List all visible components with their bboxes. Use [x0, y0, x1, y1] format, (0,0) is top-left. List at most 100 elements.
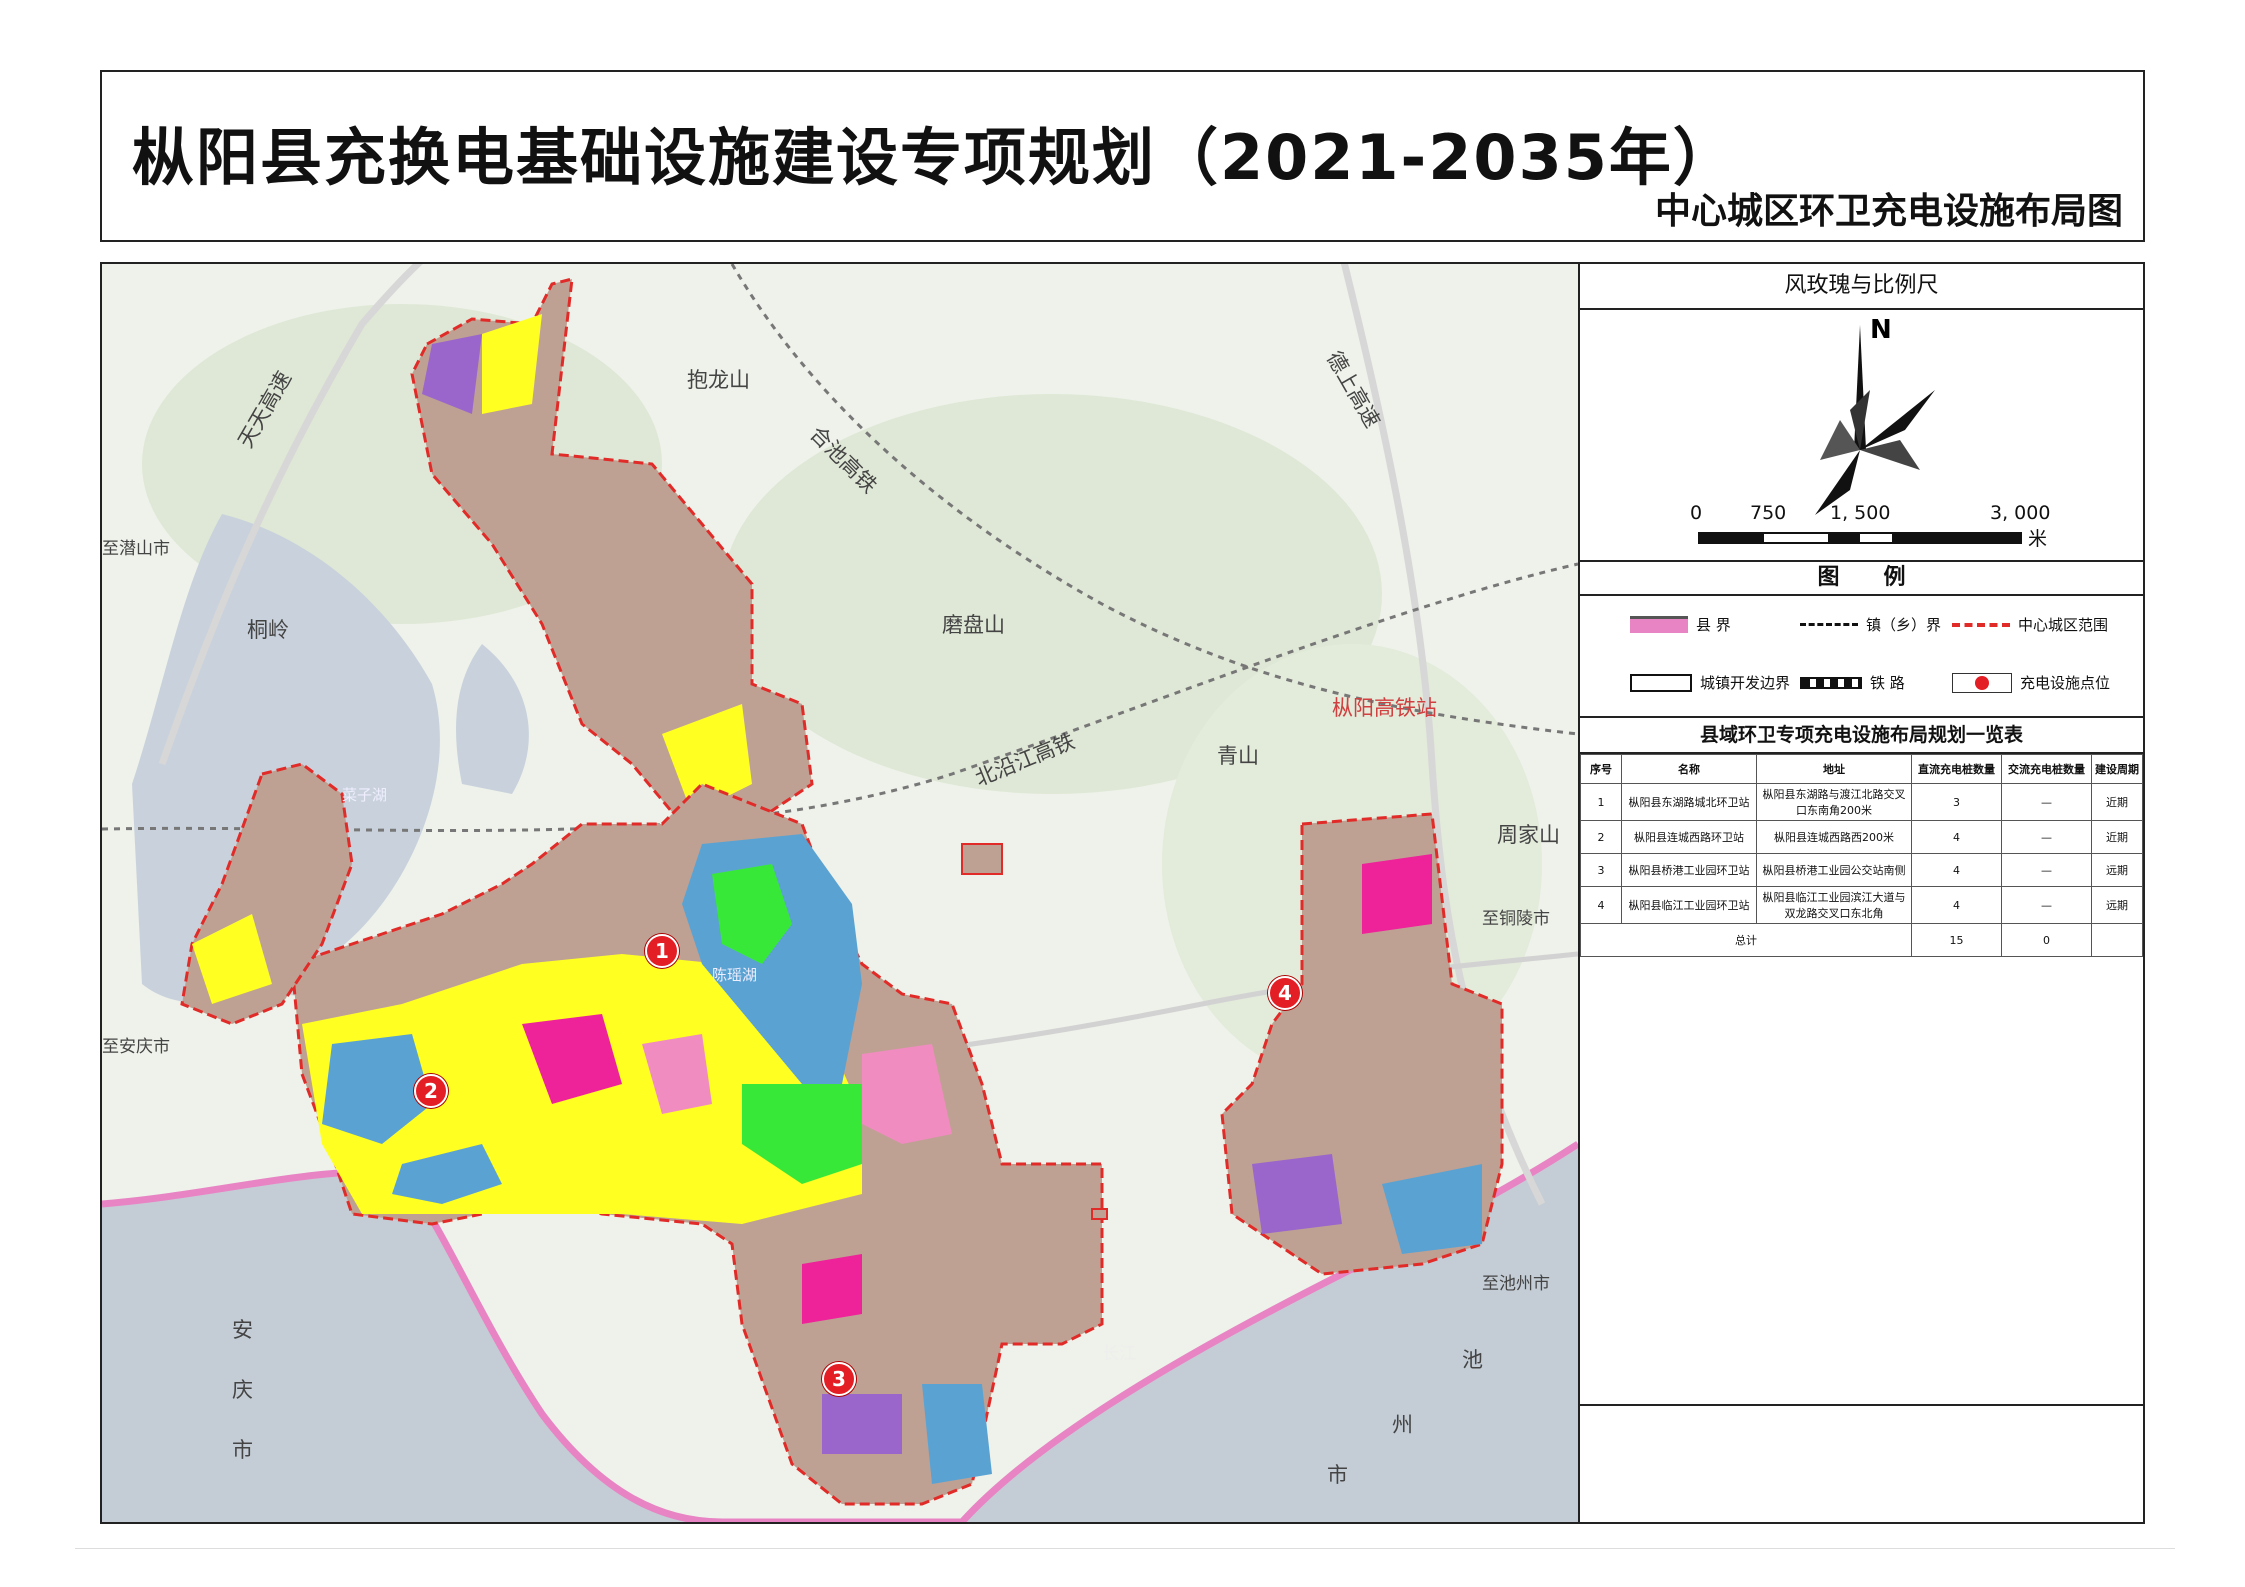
- header-dc: 直流充电桩数量: [1911, 754, 2002, 784]
- cell-index: 4: [1580, 886, 1622, 924]
- scale-unit: 米: [2028, 528, 2048, 550]
- cell-address: 枞阳县连城西路西200米: [1756, 820, 1912, 854]
- compass-title: 风玫瑰与比例尺: [1580, 264, 2143, 310]
- table-row: 2 枞阳县连城西路环卫站 枞阳县连城西路西200米 4 — 近期: [1580, 820, 2143, 854]
- cell-ac: —: [2001, 820, 2092, 854]
- place-label-qingshan: 青山: [1217, 744, 1259, 768]
- cell-period: 远期: [2091, 853, 2143, 887]
- legend-panel: 风玫瑰与比例尺 N 0 750 1, 500 3, 000 米 图 例 县 界 …: [1578, 262, 2145, 1524]
- charging-point-marker-1[interactable]: 1: [645, 934, 679, 968]
- place-label-zhoujiashan: 周家山: [1497, 823, 1560, 847]
- footer-divider: [75, 1548, 2175, 1549]
- legend-label: 城镇开发边界: [1700, 674, 1791, 692]
- zone-magenta: [1362, 854, 1432, 934]
- cell-index: 3: [1580, 853, 1622, 887]
- table-total-row: 总计 15 0: [1580, 923, 2143, 957]
- cell-period: 远期: [2091, 886, 2143, 924]
- page-subtitle: 中心城区环卫充电设施布局图: [1654, 191, 2123, 232]
- cell-period: 近期: [2091, 783, 2143, 821]
- legend-charging-point: 充电设施点位: [1952, 672, 2110, 693]
- cell-index: 2: [1580, 820, 1622, 854]
- cell-name: 枞阳县东湖路城北环卫站: [1621, 783, 1757, 821]
- table-title: 县域环卫专项充电设施布局规划一览表: [1580, 718, 2143, 754]
- cell-name: 枞阳县临江工业园环卫站: [1621, 886, 1757, 924]
- scale-tick-750: 750: [1750, 502, 1787, 524]
- cell-period: 近期: [2091, 820, 2143, 854]
- railway-icon: [1800, 676, 1862, 689]
- place-label-to-tongling: 至铜陵市: [1482, 909, 1550, 929]
- title-box: 枞阳县充换电基础设施建设专项规划（2021-2035年） 中心城区环卫充电设施布…: [100, 70, 2145, 242]
- place-label-shi2: 市: [1327, 1463, 1348, 1487]
- charging-point-marker-3[interactable]: 3: [822, 1362, 856, 1396]
- place-label-hsr-station: 枞阳高铁站: [1332, 696, 1437, 720]
- place-label-yangtze: 长江: [1102, 1344, 1136, 1364]
- legend-central-city: 中心城区范围: [1952, 614, 2108, 635]
- town-boundary-icon: [1800, 623, 1858, 626]
- header-index: 序号: [1580, 754, 1622, 784]
- cell-dc: 3: [1911, 783, 2002, 821]
- table-header-row: 序号 名称 地址 直流充电桩数量 交流充电桩数量 建设周期: [1580, 754, 2143, 784]
- scale-tick-1500: 1, 500: [1830, 502, 1891, 524]
- table-row: 1 枞阳县东湖路城北环卫站 枞阳县东湖路与渡江北路交叉口东南角200米 3 — …: [1580, 783, 2143, 821]
- place-label-to-qianshan: 至潜山市: [102, 539, 170, 559]
- cell-name: 枞阳县连城西路环卫站: [1621, 820, 1757, 854]
- place-label-caizihu: 菜子湖: [342, 786, 388, 804]
- charging-point-icon: [1952, 672, 2012, 693]
- station-table: 序号 名称 地址 直流充电桩数量 交流充电桩数量 建设周期 1 枞阳县东湖路城北…: [1580, 754, 2143, 957]
- map-area: 抱龙山 合池高铁 天天高速 德上高速 至潜山市 桐岭 磨盘山 北沿江高铁 枞阳高…: [100, 262, 1580, 1524]
- cell-name: 枞阳县桥港工业园环卫站: [1621, 853, 1757, 887]
- place-label-zhou: 州: [1392, 1413, 1413, 1437]
- legend-town-boundary: 镇（乡）界: [1800, 614, 1941, 635]
- page-title: 枞阳县充换电基础设施建设专项规划（2021-2035年）: [132, 121, 1737, 194]
- legend-label: 县 界: [1696, 616, 1731, 634]
- header-address: 地址: [1756, 754, 1912, 784]
- legend-label: 铁 路: [1870, 674, 1905, 692]
- divider: [1580, 1404, 2143, 1406]
- place-label-tongling: 桐岭: [247, 618, 289, 642]
- place-label-an: 安: [232, 1318, 253, 1342]
- place-label-to-anqing: 至安庆市: [102, 1037, 170, 1057]
- cell-dc: 4: [1911, 886, 2002, 924]
- legend-railway: 铁 路: [1800, 672, 1905, 693]
- cell-address: 枞阳县临江工业园滨江大道与双龙路交叉口东北角: [1756, 886, 1912, 924]
- legend-development-boundary: 城镇开发边界: [1630, 672, 1790, 693]
- cell-index: 1: [1580, 783, 1622, 821]
- place-label-baolongshan: 抱龙山: [687, 368, 750, 392]
- cell-total-ac: 0: [2001, 923, 2092, 957]
- legend-label: 充电设施点位: [2020, 674, 2111, 692]
- cell-dc: 4: [1911, 820, 2002, 854]
- legend-title: 图 例: [1580, 562, 2143, 596]
- charging-point-marker-2[interactable]: 2: [414, 1074, 448, 1108]
- cell-ac: —: [2001, 853, 2092, 887]
- north-label: N: [1870, 315, 1892, 345]
- legend-label: 镇（乡）界: [1866, 616, 1942, 634]
- zone-lake-blue: [922, 1384, 992, 1484]
- cell-total-period: [2091, 923, 2143, 957]
- zone-purple: [1252, 1154, 1342, 1234]
- small-zone: [961, 843, 1003, 875]
- legend-label: 中心城区范围: [2018, 616, 2109, 634]
- legend-county-boundary: 县 界: [1630, 614, 1731, 635]
- cell-total-label: 总计: [1580, 923, 1912, 957]
- small-zone: [1091, 1208, 1108, 1220]
- cell-total-dc: 15: [1911, 923, 2002, 957]
- development-boundary-icon: [1630, 673, 1692, 692]
- place-label-to-chizhou: 至池州市: [1482, 1274, 1550, 1294]
- scale-bar: [1698, 532, 2022, 544]
- table-row: 3 枞阳县桥港工业园环卫站 枞阳县桥港工业园公交站南侧 4 — 远期: [1580, 853, 2143, 887]
- charging-point-marker-4[interactable]: 4: [1268, 976, 1302, 1010]
- cell-ac: —: [2001, 886, 2092, 924]
- place-label-qing: 庆: [232, 1378, 253, 1402]
- cell-ac: —: [2001, 783, 2092, 821]
- place-label-shi: 市: [232, 1438, 253, 1462]
- scale-tick-0: 0: [1690, 502, 1703, 524]
- header-ac: 交流充电桩数量: [2001, 754, 2092, 784]
- cell-address: 枞阳县桥港工业园公交站南侧: [1756, 853, 1912, 887]
- zone-magenta: [802, 1254, 862, 1324]
- county-boundary-icon: [1630, 616, 1688, 633]
- place-label-chi: 池: [1462, 1348, 1483, 1372]
- header-period: 建设周期: [2091, 754, 2143, 784]
- scale-tick-3000: 3, 000: [1990, 502, 2051, 524]
- place-label-chenyaohu: 陈瑶湖: [712, 966, 758, 984]
- place-label-mopanshan: 磨盘山: [942, 613, 1005, 637]
